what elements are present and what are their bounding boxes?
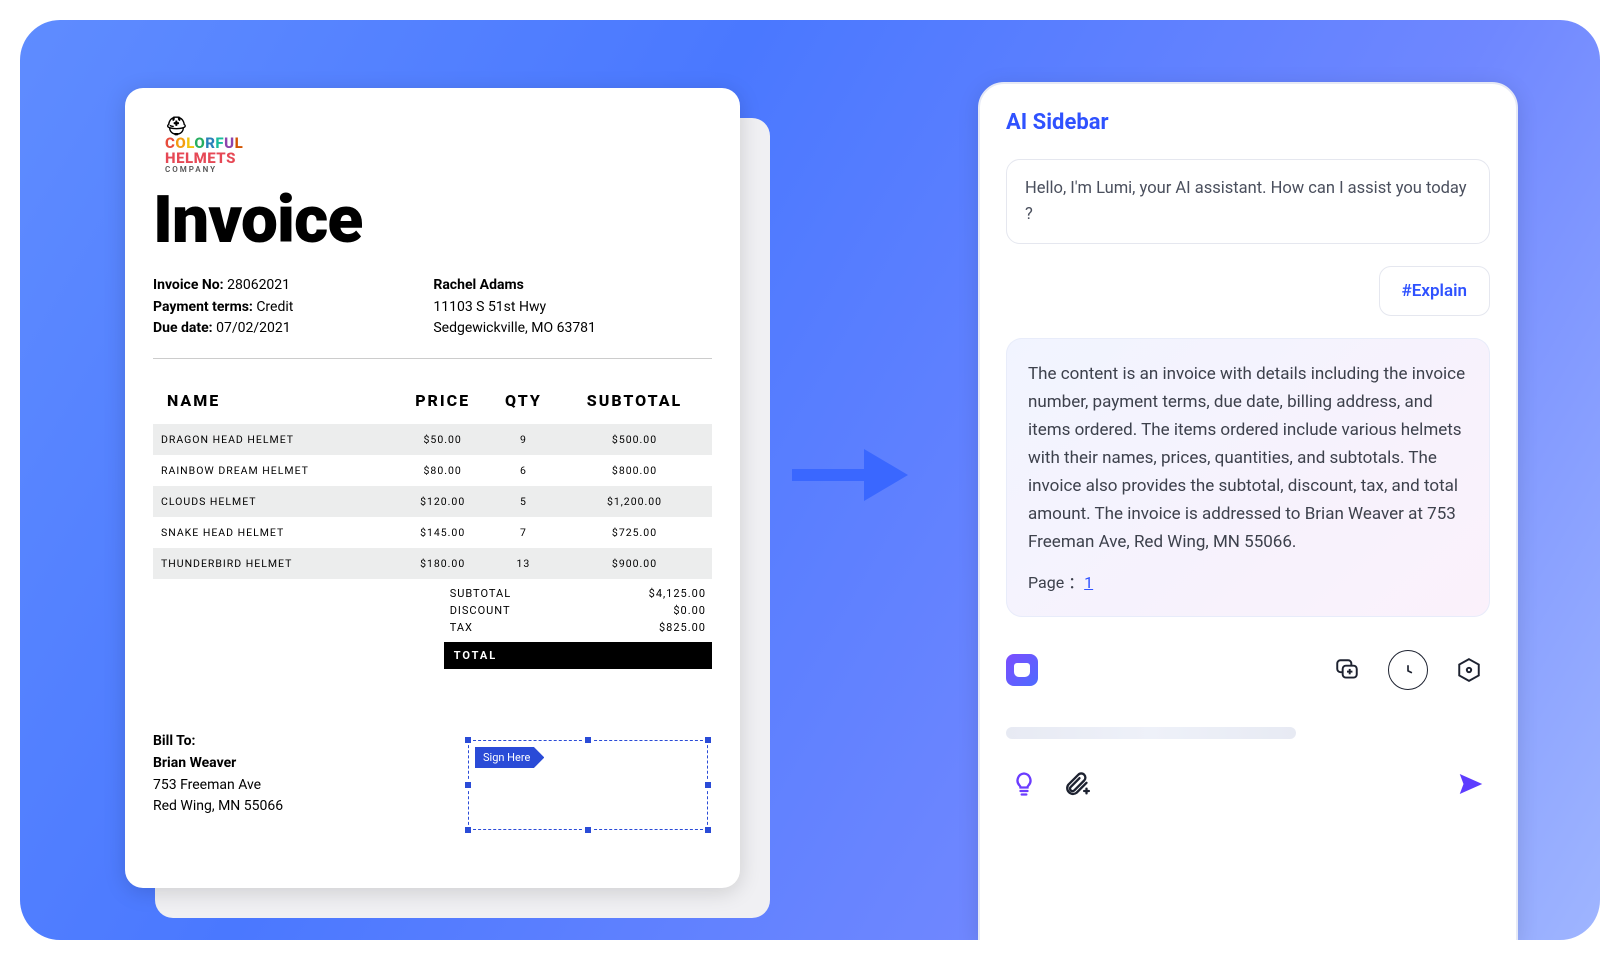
table-row: SNAKE HEAD HELMET$145.007$725.00 [153,517,712,548]
invoice-title: Invoice [153,182,712,259]
assistant-greeting: Hello, I'm Lumi, your AI assistant. How … [1006,159,1490,244]
ai-sidebar: AI Sidebar Hello, I'm Lumi, your AI assi… [978,82,1518,940]
input-skeleton [1006,727,1296,739]
bill-from: Rachel Adams 11103 S 51st Hwy Sedgewickv… [433,275,596,340]
arrow-icon [790,435,910,515]
table-row: RAINBOW DREAM HELMET$80.006$800.00 [153,455,712,486]
ai-badge-icon[interactable] [1006,654,1038,686]
attach-icon[interactable] [1062,770,1090,802]
line-items-table: NAME PRICE QTY SUBTOTAL DRAGON HEAD HELM… [153,385,712,579]
totals: SUBTOTAL$4,125.00 DISCOUNT$0.00 TAX$825.… [444,585,712,669]
explain-chip[interactable]: #Explain [1379,266,1490,316]
send-button[interactable] [1456,769,1486,803]
table-row: THUNDERBIRD HELMET$180.0013$900.00 [153,548,712,579]
app-canvas: ⛑ COLORFUL HELMETS COMPANY Invoice Invoi… [20,20,1600,940]
table-row: DRAGON HEAD HELMET$50.009$500.00 [153,424,712,455]
company-logo: ⛑ COLORFUL HELMETS COMPANY [165,118,712,174]
hint-icon[interactable] [1010,770,1038,802]
history-icon[interactable] [1388,650,1428,690]
bill-to: Bill To: Brian Weaver 753 Freeman Ave Re… [153,731,283,818]
copy-chat-icon[interactable] [1326,649,1368,691]
settings-hex-icon[interactable] [1448,649,1490,691]
invoice-document: ⛑ COLORFUL HELMETS COMPANY Invoice Invoi… [125,88,740,888]
table-row: CLOUDS HELMET$120.005$1,200.00 [153,486,712,517]
sign-here-tag: Sign Here [475,747,544,768]
invoice-meta: Invoice No: 28062021 Payment terms: Cred… [153,275,293,340]
sidebar-title: AI Sidebar [1006,110,1490,135]
signature-field[interactable]: Sign Here [468,740,708,830]
page-link[interactable]: 1 [1084,573,1093,592]
assistant-response: The content is an invoice with details i… [1006,338,1490,617]
